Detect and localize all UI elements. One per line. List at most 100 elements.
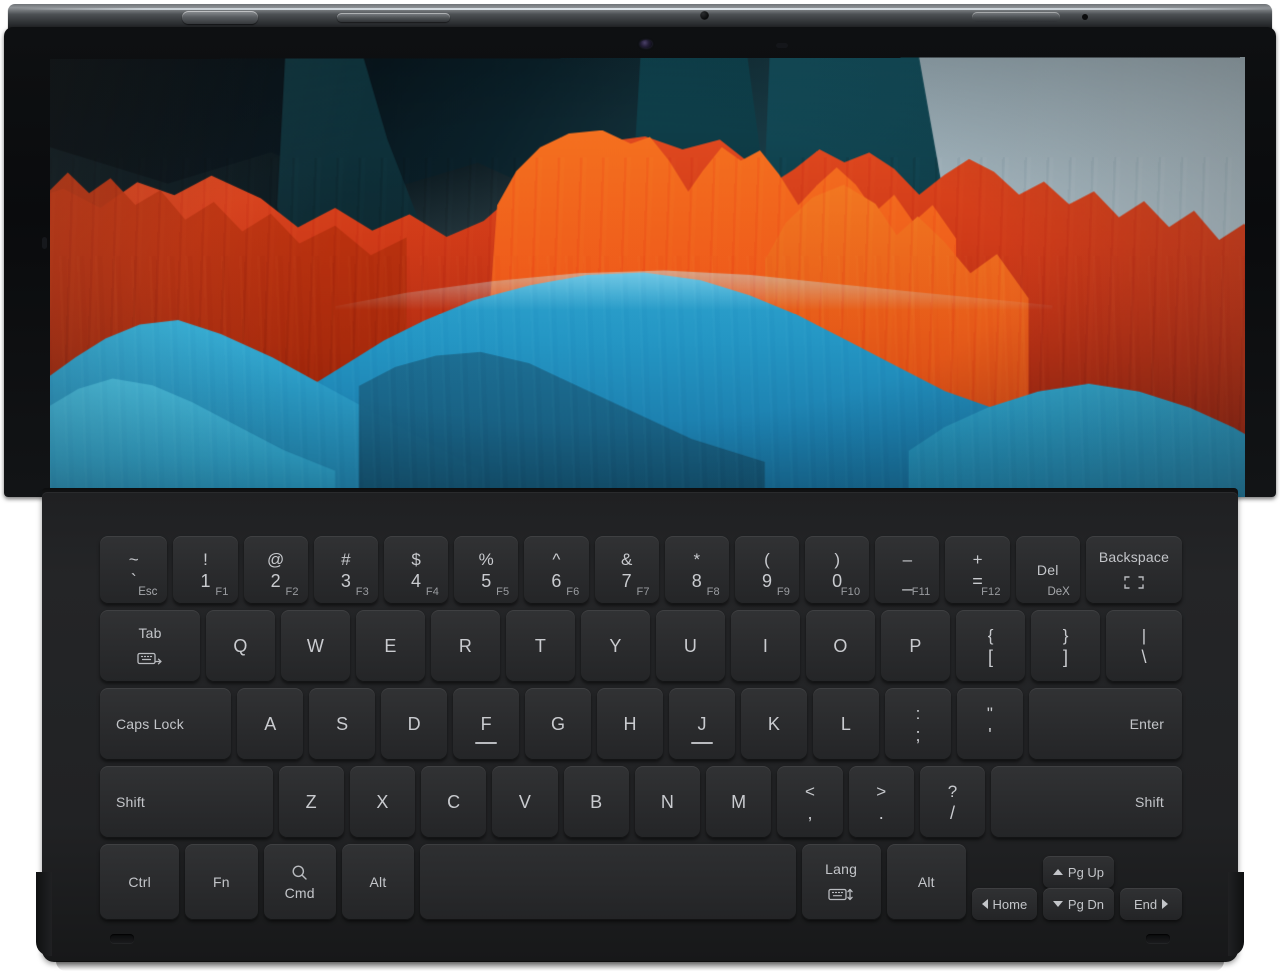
key-z[interactable]: Z: [278, 766, 344, 838]
key-y[interactable]: Y: [581, 610, 651, 682]
key-alt-left[interactable]: Alt: [341, 844, 415, 920]
key-label: Q: [233, 636, 248, 656]
key-equal[interactable]: + = F12: [945, 536, 1010, 604]
key-j[interactable]: J: [669, 688, 736, 760]
key-l[interactable]: L: [813, 688, 879, 760]
key-4[interactable]: $ 4 F4: [383, 536, 449, 604]
key-label: Home: [992, 896, 1028, 912]
key-page-down[interactable]: Pg Dn: [1042, 888, 1115, 920]
key-ctrl[interactable]: Ctrl: [100, 844, 180, 920]
key-9[interactable]: ( 9 F9: [734, 536, 800, 604]
key-k[interactable]: K: [741, 688, 808, 760]
key-6[interactable]: ^ 6 F6: [524, 536, 589, 604]
key-p[interactable]: P: [881, 610, 951, 682]
key-minus[interactable]: – _ F11: [875, 536, 940, 604]
key-r[interactable]: R: [431, 610, 501, 682]
key-e[interactable]: E: [356, 610, 426, 682]
key-legend-base: ,: [807, 802, 813, 823]
key-legend-shift: >: [876, 781, 887, 801]
bottom-row: Ctrl Fn Cmd Alt Lang Alt Home Pg Up Pg D…: [100, 844, 1182, 920]
key-esc[interactable]: ~ ` Esc: [100, 536, 168, 604]
key-period[interactable]: > .: [848, 766, 914, 838]
key-label: Del: [1036, 562, 1059, 578]
keyboard-switch-icon: [828, 887, 854, 902]
key-x[interactable]: X: [349, 766, 416, 838]
key-fn-label: F6: [566, 586, 580, 598]
key-7[interactable]: & 7 F7: [594, 536, 659, 604]
homing-bar: [475, 742, 498, 744]
search-icon: [291, 864, 308, 881]
qwerty-row: Tab Q W E R T Y U I O P {[}] | \: [100, 610, 1182, 682]
key-s[interactable]: S: [309, 688, 376, 760]
key-label: P: [909, 636, 922, 656]
key-w[interactable]: W: [281, 610, 351, 682]
key-legend-base: 9: [761, 570, 772, 591]
key-h[interactable]: H: [597, 688, 664, 760]
key-bracket-left[interactable]: { [: [956, 610, 1026, 682]
volume-rocker[interactable]: [337, 13, 450, 22]
key-label: K: [767, 714, 781, 734]
key-legend-shift: +: [972, 549, 983, 569]
key-end[interactable]: End: [1120, 888, 1182, 920]
key-5[interactable]: % 5 F5: [454, 536, 519, 604]
key-label: M: [731, 792, 747, 812]
key-label: R: [458, 636, 473, 656]
key-o[interactable]: O: [806, 610, 876, 682]
key-space[interactable]: [420, 844, 796, 920]
key-c[interactable]: C: [421, 766, 487, 838]
key-semicolon[interactable]: : ;: [884, 688, 951, 760]
key-lang[interactable]: Lang: [801, 844, 881, 920]
key-label: V: [518, 792, 532, 812]
key-label: F: [480, 714, 492, 734]
key-backspace[interactable]: Backspace: [1085, 536, 1183, 604]
key-quote[interactable]: " ': [956, 688, 1023, 760]
tablet-screen[interactable]: [50, 57, 1246, 497]
key-backslash[interactable]: | \: [1106, 610, 1182, 682]
power-button[interactable]: [182, 11, 258, 24]
key-legend-base: ]: [1063, 646, 1069, 667]
key-bracket-right[interactable]: } ]: [1031, 610, 1101, 682]
pinhole-sensor: [1082, 14, 1088, 20]
key-label: Shift: [116, 794, 146, 810]
key-m[interactable]: M: [706, 766, 772, 838]
key-cmd[interactable]: Cmd: [263, 844, 336, 920]
key-b[interactable]: B: [563, 766, 629, 838]
key-enter[interactable]: Enter: [1028, 688, 1183, 760]
key-tab[interactable]: Tab: [100, 610, 201, 682]
key-3[interactable]: # 3 F3: [313, 536, 378, 604]
key-legend-base: /: [949, 802, 955, 823]
key-page-up[interactable]: Pg Up: [1042, 856, 1115, 888]
key-8[interactable]: * 8 F8: [664, 536, 729, 604]
key-alt-right[interactable]: Alt: [886, 844, 966, 920]
key-g[interactable]: G: [525, 688, 592, 760]
key-a[interactable]: A: [237, 688, 304, 760]
key-legend-shift: (: [764, 549, 770, 569]
key-n[interactable]: N: [634, 766, 701, 838]
key-fn[interactable]: Fn: [185, 844, 258, 920]
key-shift-left[interactable]: Shift: [100, 766, 273, 838]
key-fn-label: F4: [425, 586, 440, 598]
key-comma[interactable]: < ,: [777, 766, 843, 838]
key-home[interactable]: Home: [971, 888, 1037, 920]
microphone-hole: [700, 11, 709, 20]
key-fn-label: F11: [911, 586, 931, 598]
key-t[interactable]: T: [506, 610, 576, 682]
key-v[interactable]: V: [492, 766, 558, 838]
key-delete[interactable]: Del DeX: [1015, 536, 1080, 604]
key-2[interactable]: @ 2 F2: [243, 536, 308, 604]
home-row: Caps Lock A S D F G H J K L : ; " ' Ente…: [100, 688, 1183, 760]
key-u[interactable]: U: [656, 610, 726, 682]
key-label: E: [384, 636, 397, 656]
usb-c-port-left: [110, 934, 134, 943]
key-i[interactable]: I: [731, 610, 801, 682]
key-q[interactable]: Q: [206, 610, 276, 682]
wallpaper-blue-texture: [50, 255, 1246, 497]
key-1[interactable]: ! 1 F1: [173, 536, 238, 604]
key-f[interactable]: F: [453, 688, 520, 760]
key-slash[interactable]: ? /: [919, 766, 986, 838]
key-caps-lock[interactable]: Caps Lock: [100, 688, 232, 760]
key-label: X: [376, 792, 389, 812]
key-d[interactable]: D: [381, 688, 448, 760]
key-shift-right[interactable]: Shift: [991, 766, 1182, 838]
key-0[interactable]: ) 0 F10: [805, 536, 870, 604]
